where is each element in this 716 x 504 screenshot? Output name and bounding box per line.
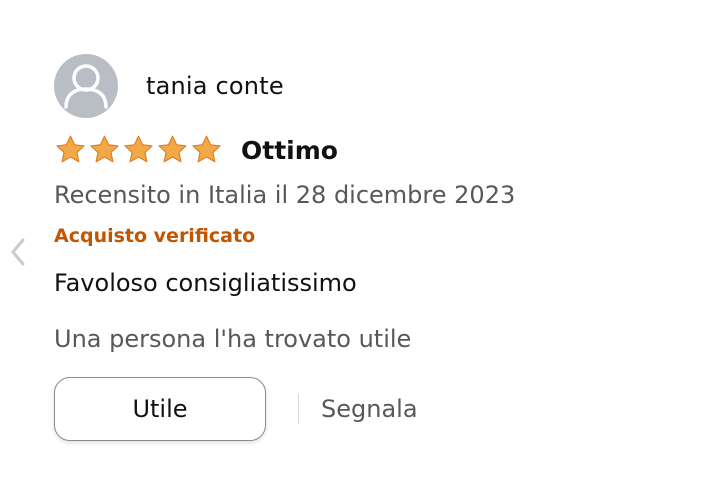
avatar[interactable] [54,54,118,118]
rating-row: Ottimo [54,130,694,170]
star-icon [158,135,187,163]
verified-purchase-badge: Acquisto verificato [54,225,256,247]
star-icon [124,135,153,163]
review-page: tania conte Ottimo Recensito in Italia i… [0,0,716,504]
reviewer-profile[interactable]: tania conte [54,54,694,118]
reviewer-name[interactable]: tania conte [146,72,284,100]
chevron-left-icon [11,238,25,266]
star-rating[interactable] [54,134,223,166]
review-title[interactable]: Ottimo [241,136,338,165]
action-divider [298,394,299,424]
helpful-button[interactable]: Utile [54,377,266,441]
user-silhouette-icon [64,64,108,109]
review-body: Favoloso consigliatissimo [54,269,357,297]
report-link[interactable]: Segnala [321,395,418,423]
star-icon [192,135,221,163]
review-date: Recensito in Italia il 28 dicembre 2023 [54,181,516,209]
star-icon [90,135,119,163]
review-actions: Utile Segnala [54,376,694,442]
helpful-count: Una persona l'ha trovato utile [54,325,412,353]
previous-arrow[interactable] [4,234,32,270]
review-card: tania conte Ottimo Recensito in Italia i… [54,54,694,442]
star-icon [56,135,85,163]
